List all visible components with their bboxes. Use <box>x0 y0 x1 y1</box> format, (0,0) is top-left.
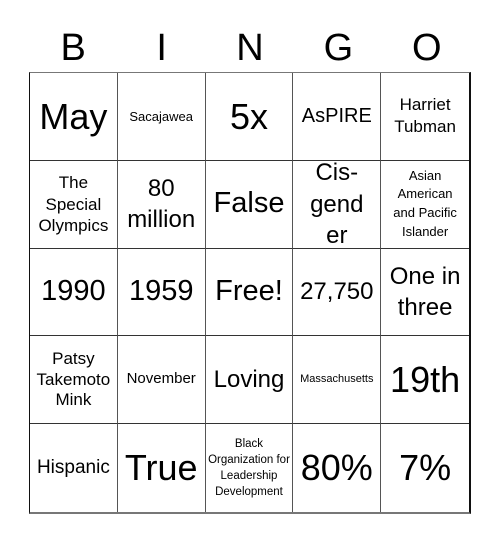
bingo-cell[interactable]: True <box>118 424 206 512</box>
cell-text: Hispanic <box>36 456 110 478</box>
header-letter-g: G <box>323 27 354 69</box>
cell-text: AsPIRE <box>301 105 372 128</box>
bingo-cell[interactable]: 1959 <box>117 248 206 337</box>
bingo-cell[interactable]: Sacajawea <box>117 73 206 161</box>
cell-text: True <box>124 447 198 489</box>
cell-text: Harriet Tubman <box>394 95 456 137</box>
bingo-cell[interactable]: Loving <box>205 336 294 425</box>
cell-text: 7% <box>399 447 452 489</box>
cell-text: The Special Olympics <box>38 173 109 235</box>
cell-text: 80% <box>300 447 373 489</box>
bingo-cell[interactable]: 27,750 <box>293 248 382 337</box>
bingo-cell[interactable]: Massachusetts <box>293 336 382 425</box>
bingo-cell[interactable]: Black Organization for Leadership Develo… <box>206 424 294 512</box>
cell-text: 27,750 <box>300 278 374 306</box>
free-space-text: Free! <box>215 275 283 308</box>
bingo-cell[interactable]: 80% <box>293 424 382 512</box>
cell-text: False <box>213 187 285 220</box>
header-letter-i: I <box>156 27 167 69</box>
cell-text: Patsy Takemoto Mink <box>36 349 111 409</box>
cell-text: November <box>126 370 196 388</box>
bingo-cell[interactable]: 5x <box>205 73 294 161</box>
bingo-cell[interactable]: 19th <box>381 336 469 425</box>
bingo-cell[interactable]: Cis-gender <box>293 160 382 249</box>
bingo-cell[interactable]: 80 million <box>117 160 206 249</box>
bingo-cell[interactable]: AsPIRE <box>293 73 382 161</box>
header-letter-n: N <box>236 27 264 69</box>
cell-text: Sacajawea <box>129 108 193 124</box>
bingo-cell[interactable]: 7% <box>381 424 469 512</box>
cell-text: 1959 <box>128 275 194 308</box>
cell-text: Cis-gender <box>310 160 364 249</box>
bingo-board: May Sacajawea 5x AsPIRE Harriet Tubman T… <box>29 72 471 514</box>
cell-text: Black Organization for Leadership Develo… <box>208 437 290 499</box>
cell-text: Massachusetts <box>300 373 374 386</box>
cell-text: Asian American and Pacific Islander <box>393 167 457 240</box>
bingo-cell[interactable]: Asian American and Pacific Islander <box>381 161 469 249</box>
cell-text: 1990 <box>41 275 106 308</box>
free-space-cell[interactable]: Free! <box>205 248 294 337</box>
bingo-header: B I N G O <box>29 24 471 72</box>
cell-text: One in three <box>389 262 461 321</box>
bingo-cell[interactable]: May <box>30 73 118 161</box>
header-letter-o: O <box>412 27 442 69</box>
cell-text: 19th <box>390 358 461 400</box>
header-letter-b: B <box>60 27 86 69</box>
cell-text: Loving <box>213 366 285 394</box>
cell-text: 80 million <box>127 175 196 234</box>
bingo-cell[interactable]: Patsy Takemoto Mink <box>30 336 118 425</box>
bingo-cell[interactable]: Hispanic <box>30 424 118 512</box>
cell-text: May <box>39 95 108 137</box>
bingo-cell[interactable]: False <box>205 160 294 249</box>
bingo-cell[interactable]: The Special Olympics <box>30 160 118 249</box>
bingo-cell[interactable]: November <box>117 336 206 425</box>
bingo-cell[interactable]: One in three <box>381 249 469 337</box>
bingo-cell[interactable]: Harriet Tubman <box>381 73 469 161</box>
bingo-cell[interactable]: 1990 <box>30 248 118 337</box>
cell-text: 5x <box>229 95 268 137</box>
